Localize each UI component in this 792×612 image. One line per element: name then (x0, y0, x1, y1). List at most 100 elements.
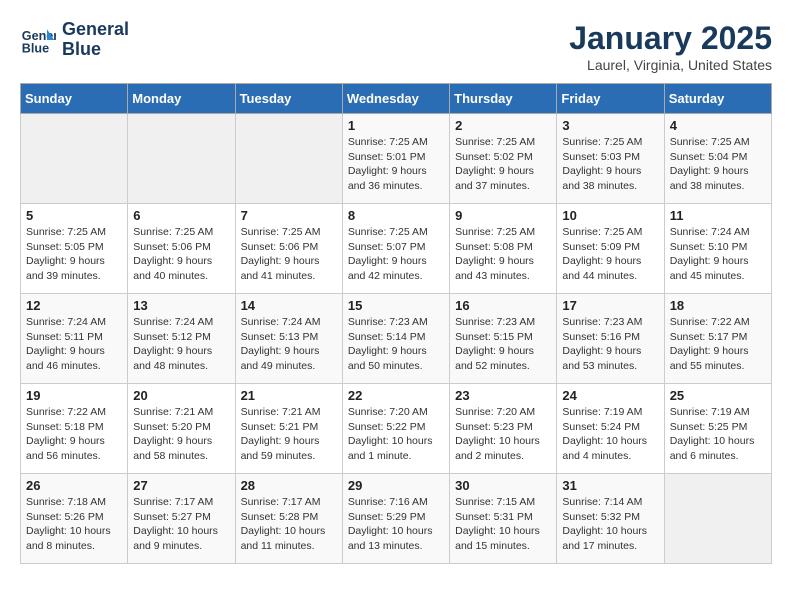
calendar-cell: 16 Sunrise: 7:23 AM Sunset: 5:15 PM Dayli… (450, 294, 557, 384)
day-number: 1 (348, 118, 444, 133)
day-number: 3 (562, 118, 658, 133)
day-info: Sunrise: 7:25 AM Sunset: 5:05 PM Dayligh… (26, 225, 122, 284)
location: Laurel, Virginia, United States (569, 57, 772, 73)
calendar-cell: 6 Sunrise: 7:25 AM Sunset: 5:06 PM Daylig… (128, 204, 235, 294)
day-number: 15 (348, 298, 444, 313)
day-header-saturday: Saturday (664, 84, 771, 114)
calendar-cell: 3Sunrise: 7:25 AM Sunset: 5:03 PM Daylig… (557, 114, 664, 204)
calendar-cell: 14 Sunrise: 7:24 AM Sunset: 5:13 PM Dayli… (235, 294, 342, 384)
day-number: 12 (26, 298, 122, 313)
day-info: Sunrise: 7:24 AM Sunset: 5:11 PM Dayligh… (26, 315, 122, 374)
day-info: Sunrise: 7:24 AM Sunset: 5:13 PM Dayligh… (241, 315, 337, 374)
logo-icon: General Blue (20, 22, 56, 58)
title-block: January 2025 Laurel, Virginia, United St… (569, 20, 772, 73)
day-number: 26 (26, 478, 122, 493)
day-number: 13 (133, 298, 229, 313)
day-number: 27 (133, 478, 229, 493)
calendar-cell (664, 474, 771, 564)
calendar-cell: 28Sunrise: 7:17 AM Sunset: 5:28 PM Dayli… (235, 474, 342, 564)
day-number: 4 (670, 118, 766, 133)
calendar-cell: 1Sunrise: 7:25 AM Sunset: 5:01 PM Daylig… (342, 114, 449, 204)
day-info: Sunrise: 7:19 AM Sunset: 5:24 PM Dayligh… (562, 405, 658, 464)
day-info: Sunrise: 7:23 AM Sunset: 5:14 PM Dayligh… (348, 315, 444, 374)
calendar-cell: 30Sunrise: 7:15 AM Sunset: 5:31 PM Dayli… (450, 474, 557, 564)
calendar-cell (235, 114, 342, 204)
week-row-5: 26Sunrise: 7:18 AM Sunset: 5:26 PM Dayli… (21, 474, 772, 564)
day-number: 14 (241, 298, 337, 313)
calendar-cell (128, 114, 235, 204)
day-number: 11 (670, 208, 766, 223)
day-info: Sunrise: 7:17 AM Sunset: 5:27 PM Dayligh… (133, 495, 229, 554)
day-number: 10 (562, 208, 658, 223)
calendar-cell: 23 Sunrise: 7:20 AM Sunset: 5:23 PM Dayli… (450, 384, 557, 474)
calendar-header-row: SundayMondayTuesdayWednesdayThursdayFrid… (21, 84, 772, 114)
calendar-cell: 21 Sunrise: 7:21 AM Sunset: 5:21 PM Dayli… (235, 384, 342, 474)
day-info: Sunrise: 7:25 AM Sunset: 5:02 PM Dayligh… (455, 135, 551, 194)
calendar-cell: 13Sunrise: 7:24 AM Sunset: 5:12 PM Dayli… (128, 294, 235, 384)
day-number: 22 (348, 388, 444, 403)
week-row-4: 19Sunrise: 7:22 AM Sunset: 5:18 PM Dayli… (21, 384, 772, 474)
day-info: Sunrise: 7:23 AM Sunset: 5:15 PM Dayligh… (455, 315, 551, 374)
day-header-friday: Friday (557, 84, 664, 114)
day-info: Sunrise: 7:21 AM Sunset: 5:20 PM Dayligh… (133, 405, 229, 464)
day-info: Sunrise: 7:22 AM Sunset: 5:17 PM Dayligh… (670, 315, 766, 374)
day-info: Sunrise: 7:16 AM Sunset: 5:29 PM Dayligh… (348, 495, 444, 554)
day-number: 31 (562, 478, 658, 493)
day-header-sunday: Sunday (21, 84, 128, 114)
day-number: 29 (348, 478, 444, 493)
day-info: Sunrise: 7:20 AM Sunset: 5:23 PM Dayligh… (455, 405, 551, 464)
calendar-cell: 12 Sunrise: 7:24 AM Sunset: 5:11 PM Dayli… (21, 294, 128, 384)
day-number: 6 (133, 208, 229, 223)
day-info: Sunrise: 7:23 AM Sunset: 5:16 PM Dayligh… (562, 315, 658, 374)
week-row-2: 5 Sunrise: 7:25 AM Sunset: 5:05 PM Daylig… (21, 204, 772, 294)
day-number: 24 (562, 388, 658, 403)
day-header-monday: Monday (128, 84, 235, 114)
day-number: 16 (455, 298, 551, 313)
day-number: 21 (241, 388, 337, 403)
day-info: Sunrise: 7:25 AM Sunset: 5:06 PM Dayligh… (241, 225, 337, 284)
day-info: Sunrise: 7:21 AM Sunset: 5:21 PM Dayligh… (241, 405, 337, 464)
day-info: Sunrise: 7:25 AM Sunset: 5:07 PM Dayligh… (348, 225, 444, 284)
day-number: 5 (26, 208, 122, 223)
day-info: Sunrise: 7:25 AM Sunset: 5:04 PM Dayligh… (670, 135, 766, 194)
day-info: Sunrise: 7:24 AM Sunset: 5:10 PM Dayligh… (670, 225, 766, 284)
day-number: 23 (455, 388, 551, 403)
calendar-cell: 25Sunrise: 7:19 AM Sunset: 5:25 PM Dayli… (664, 384, 771, 474)
calendar-cell: 24 Sunrise: 7:19 AM Sunset: 5:24 PM Dayli… (557, 384, 664, 474)
day-header-thursday: Thursday (450, 84, 557, 114)
calendar-cell: 18Sunrise: 7:22 AM Sunset: 5:17 PM Dayli… (664, 294, 771, 384)
calendar-cell: 4 Sunrise: 7:25 AM Sunset: 5:04 PM Daylig… (664, 114, 771, 204)
day-number: 8 (348, 208, 444, 223)
day-number: 17 (562, 298, 658, 313)
month-title: January 2025 (569, 20, 772, 57)
day-header-wednesday: Wednesday (342, 84, 449, 114)
calendar-cell: 5 Sunrise: 7:25 AM Sunset: 5:05 PM Daylig… (21, 204, 128, 294)
day-info: Sunrise: 7:25 AM Sunset: 5:08 PM Dayligh… (455, 225, 551, 284)
calendar-cell: 20Sunrise: 7:21 AM Sunset: 5:20 PM Dayli… (128, 384, 235, 474)
calendar-cell: 29 Sunrise: 7:16 AM Sunset: 5:29 PM Dayli… (342, 474, 449, 564)
day-number: 2 (455, 118, 551, 133)
day-info: Sunrise: 7:14 AM Sunset: 5:32 PM Dayligh… (562, 495, 658, 554)
day-info: Sunrise: 7:19 AM Sunset: 5:25 PM Dayligh… (670, 405, 766, 464)
calendar-cell: 22 Sunrise: 7:20 AM Sunset: 5:22 PM Dayli… (342, 384, 449, 474)
calendar-cell: 31 Sunrise: 7:14 AM Sunset: 5:32 PM Dayli… (557, 474, 664, 564)
day-info: Sunrise: 7:20 AM Sunset: 5:22 PM Dayligh… (348, 405, 444, 464)
calendar-cell: 2 Sunrise: 7:25 AM Sunset: 5:02 PM Daylig… (450, 114, 557, 204)
calendar-cell: 27 Sunrise: 7:17 AM Sunset: 5:27 PM Dayli… (128, 474, 235, 564)
logo: General Blue General Blue (20, 20, 129, 60)
calendar-cell: 26Sunrise: 7:18 AM Sunset: 5:26 PM Dayli… (21, 474, 128, 564)
day-info: Sunrise: 7:25 AM Sunset: 5:09 PM Dayligh… (562, 225, 658, 284)
day-number: 19 (26, 388, 122, 403)
calendar-cell: 10 Sunrise: 7:25 AM Sunset: 5:09 PM Dayli… (557, 204, 664, 294)
calendar-cell: 7 Sunrise: 7:25 AM Sunset: 5:06 PM Daylig… (235, 204, 342, 294)
calendar-cell: 17 Sunrise: 7:23 AM Sunset: 5:16 PM Dayli… (557, 294, 664, 384)
calendar-cell: 9 Sunrise: 7:25 AM Sunset: 5:08 PM Daylig… (450, 204, 557, 294)
day-info: Sunrise: 7:15 AM Sunset: 5:31 PM Dayligh… (455, 495, 551, 554)
day-info: Sunrise: 7:25 AM Sunset: 5:06 PM Dayligh… (133, 225, 229, 284)
calendar-cell: 11 Sunrise: 7:24 AM Sunset: 5:10 PM Dayli… (664, 204, 771, 294)
week-row-1: 1Sunrise: 7:25 AM Sunset: 5:01 PM Daylig… (21, 114, 772, 204)
svg-text:Blue: Blue (22, 41, 49, 55)
day-header-tuesday: Tuesday (235, 84, 342, 114)
day-number: 7 (241, 208, 337, 223)
day-number: 9 (455, 208, 551, 223)
